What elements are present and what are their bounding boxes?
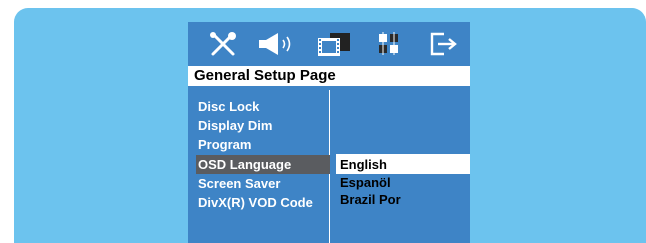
menu-item-display-dim[interactable]: Display Dim [196, 116, 330, 135]
settings-menu: Disc Lock Display Dim Program OSD Langua… [196, 97, 330, 212]
menu-item-screen-saver[interactable]: Screen Saver [196, 174, 330, 193]
icon-toolbar [188, 22, 470, 64]
option-english[interactable]: English [336, 154, 470, 174]
option-brazil-por[interactable]: Brazil Por [336, 191, 470, 208]
menu-item-osd-language[interactable]: OSD Language [196, 154, 330, 174]
tools-icon[interactable] [206, 30, 240, 58]
settings-grid-icon[interactable] [374, 30, 404, 58]
menu-item-divx-vod-code[interactable]: DivX(R) VOD Code [196, 193, 330, 212]
exit-icon[interactable] [428, 30, 460, 58]
screen: General Setup Page Disc Lock Display Dim… [0, 0, 646, 243]
osd-window: General Setup Page Disc Lock Display Dim… [188, 22, 470, 243]
menu-item-disc-lock[interactable]: Disc Lock [196, 97, 330, 116]
page-title: General Setup Page [194, 67, 336, 84]
menu-item-program[interactable]: Program [196, 135, 330, 154]
film-icon[interactable] [316, 30, 352, 58]
page-title-bar: General Setup Page [188, 66, 470, 86]
option-espanol[interactable]: Espanöl [336, 174, 470, 191]
speaker-icon[interactable] [256, 30, 298, 58]
language-options: English Espanöl Brazil Por [336, 154, 470, 208]
